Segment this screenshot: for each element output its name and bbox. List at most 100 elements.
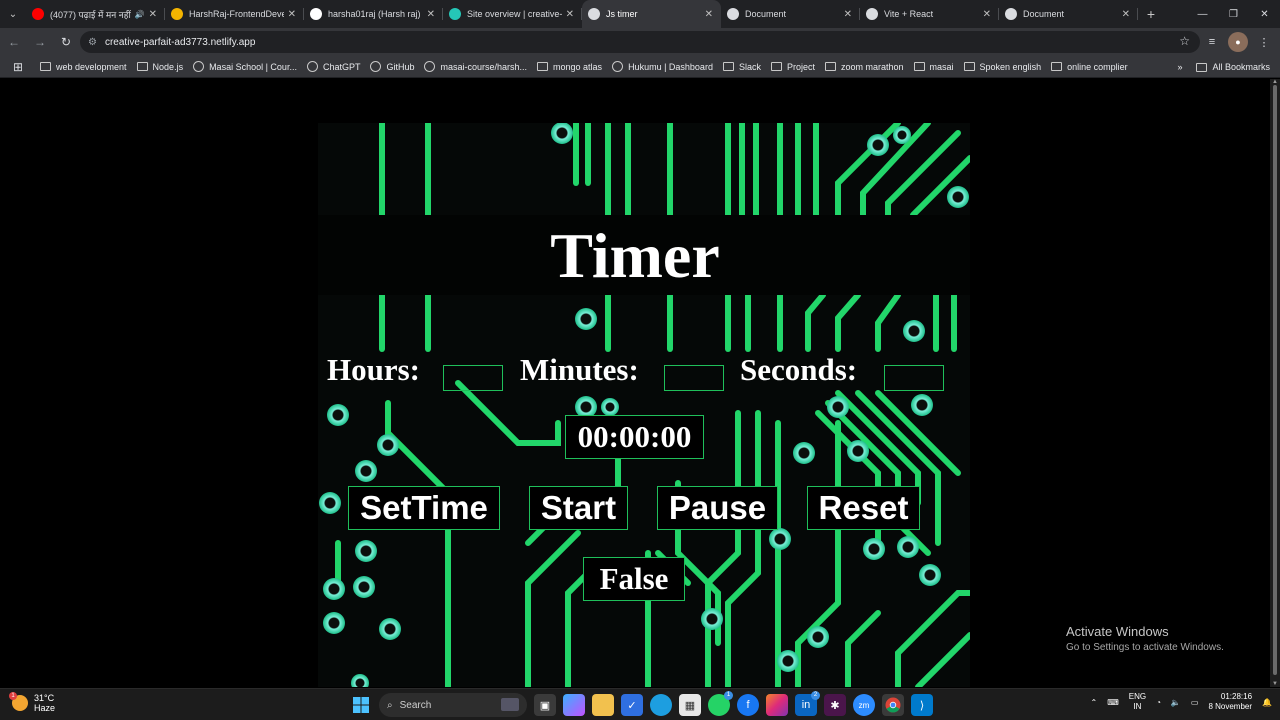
bookmark-item[interactable]: mongo atlas <box>537 61 602 72</box>
bookmark-star-icon[interactable]: ☆ <box>1179 34 1190 48</box>
minutes-input[interactable] <box>664 365 724 391</box>
wifi-icon[interactable]: ◔ <box>1156 698 1161 707</box>
taskbar-search[interactable]: ⌕ Search <box>379 693 527 717</box>
battery-icon[interactable]: ▭ <box>1191 698 1199 707</box>
tab-title: Js timer <box>606 9 638 19</box>
file-explorer-icon[interactable] <box>592 694 614 716</box>
folder-icon <box>1051 62 1063 71</box>
seconds-input[interactable] <box>884 365 944 391</box>
apps-icon[interactable]: ⊞ <box>6 55 30 79</box>
maximize-icon[interactable]: ❐ <box>1218 0 1249 28</box>
bookmark-label: masai-course/harsh... <box>440 61 528 72</box>
reset-button[interactable]: Reset <box>807 486 920 530</box>
hours-input[interactable] <box>443 365 503 391</box>
bookmark-item[interactable]: Spoken english <box>963 61 1042 72</box>
bookmark-item[interactable]: web development <box>40 61 127 72</box>
pause-button[interactable]: Pause <box>657 486 778 530</box>
back-icon[interactable]: ← <box>2 30 26 54</box>
start-button[interactable]: Start <box>529 486 628 530</box>
bookmark-item[interactable]: online complier <box>1051 61 1128 72</box>
browser-tab[interactable]: Site overview | creative-pa ✕ <box>443 0 582 28</box>
bookmark-item[interactable]: masai-course/harsh... <box>424 61 527 72</box>
keyboard-icon[interactable]: ⌨ <box>1107 698 1119 707</box>
address-bar[interactable]: ⚙ creative-parfait-ad3773.netlify.app ☆ <box>80 31 1200 53</box>
extensions-icon[interactable]: ≡ <box>1202 32 1222 52</box>
browser-tab[interactable]: Js timer ✕ <box>582 0 721 28</box>
vscode-icon[interactable]: ⟩ <box>911 694 933 716</box>
volume-icon[interactable]: 🔈 <box>1171 698 1181 707</box>
folder-icon <box>770 62 782 71</box>
scrollbar-thumb[interactable] <box>1273 85 1277 675</box>
bookmark-item[interactable]: ChatGPT <box>306 61 360 72</box>
new-tab-button[interactable]: + <box>1138 6 1164 22</box>
tab-search-button[interactable]: ⌄ <box>0 0 26 28</box>
menu-icon[interactable]: ⋮ <box>1254 32 1274 52</box>
chrome-icon[interactable] <box>882 694 904 716</box>
bookmark-item[interactable]: zoom marathon <box>824 61 904 72</box>
system-tray: ⌃ ⌨ ENG IN ◔ 🔈 ▭ 01:28:16 8 November 🔔 <box>1090 692 1272 712</box>
tab-close-icon[interactable]: ✕ <box>566 9 574 20</box>
weather-widget[interactable]: 1 31°C Haze <box>9 692 55 713</box>
browser-tab[interactable]: Document ✕ <box>721 0 860 28</box>
bookmark-item[interactable]: GitHub <box>370 61 414 72</box>
instagram-icon[interactable] <box>766 694 788 716</box>
facebook-icon[interactable]: f <box>737 694 759 716</box>
watermark-subtext: Go to Settings to activate Windows. <box>1066 642 1224 653</box>
language-indicator[interactable]: ENG IN <box>1129 692 1146 712</box>
running-status: False <box>583 557 685 601</box>
tab-close-icon[interactable]: ✕ <box>844 9 852 20</box>
tab-close-icon[interactable]: ✕ <box>288 9 296 20</box>
profile-avatar[interactable]: ● <box>1228 32 1248 52</box>
site-info-icon[interactable]: ⚙ <box>88 37 97 48</box>
all-bookmarks-button[interactable]: All Bookmarks <box>1196 62 1270 72</box>
minimize-icon[interactable]: — <box>1187 0 1218 28</box>
globe-icon <box>588 8 600 20</box>
bookmark-item[interactable]: Hukumu | Dashboard <box>612 61 713 72</box>
browser-tab[interactable]: HarshRaj-FrontendDevelo ✕ <box>165 0 304 28</box>
notification-bell-icon[interactable]: 🔔 <box>1262 698 1272 707</box>
task-view-icon[interactable]: ▣ <box>534 694 556 716</box>
tab-audio-icon[interactable]: 🔊 <box>135 10 145 19</box>
bookmark-item[interactable]: Node.js <box>136 61 183 72</box>
bookmarks-overflow-icon[interactable]: » <box>1177 62 1182 72</box>
tab-close-icon[interactable]: ✕ <box>149 9 157 20</box>
bookmark-item[interactable]: Slack <box>722 61 761 72</box>
bookmark-label: Spoken english <box>979 61 1042 72</box>
bookmark-label: zoom marathon <box>840 61 904 72</box>
todo-icon[interactable]: ✓ <box>621 694 643 716</box>
bookmark-item[interactable]: Project <box>770 61 815 72</box>
tab-close-icon[interactable]: ✕ <box>1122 9 1130 20</box>
browser-tab[interactable]: (4077) पढ़ाई में मन नहीं 🔊 ✕ <box>26 0 165 28</box>
scroll-down-icon[interactable]: ▼ <box>1272 681 1278 687</box>
bookmark-label: Masai School | Cour... <box>209 61 297 72</box>
linkedin-icon[interactable]: in 2 <box>795 691 820 716</box>
whatsapp-icon[interactable]: 1 <box>708 691 733 716</box>
settime-button[interactable]: SetTime <box>348 486 500 530</box>
reload-icon[interactable]: ↻ <box>54 30 78 54</box>
browser-tab[interactable]: Document ✕ <box>999 0 1138 28</box>
copilot-icon[interactable] <box>563 694 585 716</box>
clock[interactable]: 01:28:16 8 November <box>1208 692 1252 712</box>
zoom-icon[interactable]: zm <box>853 694 875 716</box>
store-icon[interactable]: ▦ <box>679 694 701 716</box>
bookmark-item[interactable]: masai <box>913 61 954 72</box>
globe-icon <box>866 8 878 20</box>
browser-tab[interactable]: Vite + React ✕ <box>860 0 999 28</box>
vertical-scrollbar[interactable]: ▲ ▼ <box>1270 79 1280 687</box>
show-hidden-icons[interactable]: ⌃ <box>1090 698 1097 707</box>
weather-sun-icon: 1 <box>9 692 28 711</box>
browser-tab[interactable]: harsha01raj (Harsh raj) ✕ <box>304 0 443 28</box>
drive-icon <box>171 8 183 20</box>
forward-icon[interactable]: → <box>28 30 52 54</box>
edge-icon[interactable] <box>650 694 672 716</box>
browser-toolbar: ← → ↻ ⚙ creative-parfait-ad3773.netlify.… <box>0 28 1280 56</box>
tab-close-icon[interactable]: ✕ <box>705 9 713 20</box>
bookmark-item[interactable]: Masai School | Cour... <box>193 61 297 72</box>
close-window-icon[interactable]: ✕ <box>1249 0 1280 28</box>
slack-icon[interactable]: ✱ <box>824 694 846 716</box>
tab-close-icon[interactable]: ✕ <box>427 9 435 20</box>
tab-close-icon[interactable]: ✕ <box>983 9 991 20</box>
url-text: creative-parfait-ad3773.netlify.app <box>104 36 256 48</box>
search-icon: ⌕ <box>387 699 393 711</box>
start-menu-icon[interactable] <box>350 694 372 716</box>
